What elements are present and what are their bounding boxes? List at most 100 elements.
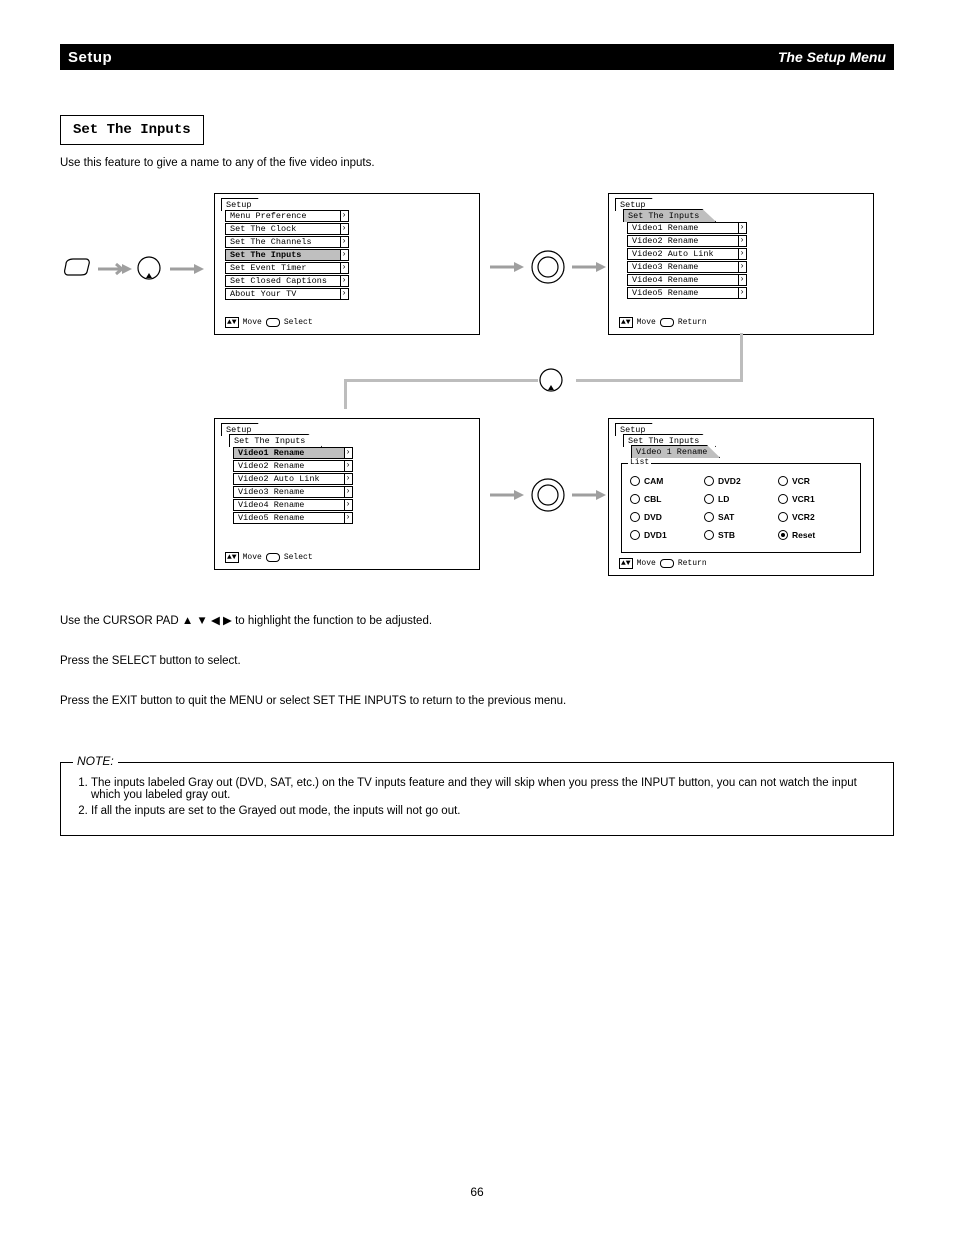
radio-option[interactable]: VCR2 — [778, 512, 852, 522]
chevron-right-icon: › — [344, 499, 353, 511]
select-button-icon — [530, 477, 566, 518]
chevron-right-icon: › — [340, 288, 349, 300]
chevron-right-icon: › — [738, 287, 747, 299]
chevron-right-icon: › — [340, 275, 349, 287]
radio-label: STB — [718, 530, 735, 540]
arrow-right-icon — [98, 262, 132, 281]
radio-label: VCR2 — [792, 512, 815, 522]
menu-item[interactable]: Video2 Rename — [233, 460, 345, 472]
instruction-line-2: Press the SELECT button to select. — [60, 653, 894, 669]
menu-item[interactable]: Video2 Rename — [627, 235, 739, 247]
radio-icon — [630, 512, 640, 522]
header-page-label: The Setup Menu — [778, 49, 886, 65]
hint-move: Move — [243, 553, 262, 562]
radio-option[interactable]: CAM — [630, 476, 704, 486]
header-title: Setup — [68, 49, 112, 66]
note-box: NOTE: The inputs labeled Gray out (DVD, … — [60, 762, 894, 836]
radio-label: CAM — [644, 476, 663, 486]
radio-option[interactable]: SAT — [704, 512, 778, 522]
radio-label: LD — [718, 494, 729, 504]
menu-item[interactable]: Video4 Rename — [627, 274, 739, 286]
radio-icon — [704, 512, 714, 522]
menu-item[interactable]: Set The Channels — [225, 236, 341, 248]
return-pill-icon — [660, 559, 674, 568]
osd-screen-rename-list: Setup Set The Inputs Video 1 Rename List… — [608, 418, 874, 576]
menu-item[interactable]: Video2 Auto Link — [627, 248, 739, 260]
hint-return: Return — [678, 318, 707, 327]
arrow-right-icon — [572, 488, 606, 507]
hint-select: Select — [284, 553, 313, 562]
flow-connector — [344, 379, 347, 409]
menu-item[interactable]: Set Event Timer — [225, 262, 341, 274]
chevron-right-icon: › — [344, 447, 353, 459]
text: Use the CURSOR PAD — [60, 615, 182, 627]
arrow-right-icon — [170, 262, 204, 281]
hint-move: Move — [637, 318, 656, 327]
flow-connector — [576, 379, 743, 382]
radio-icon — [778, 530, 788, 540]
chevron-right-icon: › — [738, 222, 747, 234]
chevron-right-icon: › — [340, 249, 349, 261]
chevron-right-icon: › — [738, 235, 747, 247]
menu-item[interactable]: Video4 Rename — [233, 499, 345, 511]
updown-icon: ▲▼ — [619, 558, 633, 569]
note-item: The inputs labeled Gray out (DVD, SAT, e… — [91, 777, 879, 801]
radio-icon — [778, 494, 788, 504]
menu-item[interactable]: About Your TV — [225, 288, 341, 300]
radio-label: VCR1 — [792, 494, 815, 504]
cursor-down-icon — [538, 367, 564, 398]
radio-label: DVD2 — [718, 476, 741, 486]
menu-item[interactable]: Menu Preference — [225, 210, 341, 222]
menu-item[interactable]: Set The Clock — [225, 223, 341, 235]
menu-item[interactable]: Video3 Rename — [627, 261, 739, 273]
flow-connector — [740, 333, 743, 379]
page-number: 66 — [0, 1185, 954, 1199]
text: to highlight the function to be adjusted… — [235, 615, 432, 627]
select-pill-icon — [266, 318, 280, 327]
osd-hint: ▲▼ Move Select — [225, 552, 313, 563]
menu-item-selected[interactable]: Video1 Rename — [233, 447, 345, 459]
intro-text: Use this feature to give a name to any o… — [60, 156, 894, 172]
osd-subtab: Set The Inputs — [623, 209, 716, 222]
radio-label: DVD1 — [644, 530, 667, 540]
radio-option[interactable]: DVD — [630, 512, 704, 522]
radio-option[interactable]: CBL — [630, 494, 704, 504]
menu-item[interactable]: Set Closed Captions — [225, 275, 341, 287]
radio-option[interactable]: VCR — [778, 476, 852, 486]
menu-item[interactable]: Video2 Auto Link — [233, 473, 345, 485]
radio-option[interactable]: STB — [704, 530, 778, 540]
radio-icon — [630, 494, 640, 504]
radio-icon — [778, 512, 788, 522]
menu-item-selected[interactable]: Set The Inputs — [225, 249, 341, 261]
return-pill-icon — [660, 318, 674, 327]
arrow-right-icon — [572, 260, 606, 279]
radio-option[interactable]: VCR1 — [778, 494, 852, 504]
hint-return: Return — [678, 559, 707, 568]
osd-subtab2: Video 1 Rename — [631, 445, 720, 458]
note-label: NOTE: — [73, 754, 118, 768]
updown-icon: ▲▼ — [225, 317, 239, 328]
radio-icon — [704, 530, 714, 540]
chevron-right-icon: › — [738, 261, 747, 273]
hint-select: Select — [284, 318, 313, 327]
hint-move: Move — [243, 318, 262, 327]
radio-option[interactable]: DVD2 — [704, 476, 778, 486]
osd-screen-setup: Setup Menu Preference› Set The Clock› Se… — [214, 193, 480, 335]
chevron-right-icon: › — [340, 223, 349, 235]
cursor-pad-arrows-icon: ▲ ▼ ◀ ▶ — [182, 615, 232, 627]
osd-hint: ▲▼ Move Select — [225, 317, 313, 328]
osd-hint: ▲▼ Move Return — [619, 317, 707, 328]
radio-option[interactable]: LD — [704, 494, 778, 504]
osd-hint: ▲▼ Move Return — [619, 558, 707, 569]
menu-item[interactable]: Video1 Rename — [627, 222, 739, 234]
menu-item[interactable]: Video5 Rename — [627, 287, 739, 299]
radio-option[interactable]: DVD1 — [630, 530, 704, 540]
menu-item[interactable]: Video3 Rename — [233, 486, 345, 498]
radio-label: VCR — [792, 476, 810, 486]
updown-icon: ▲▼ — [225, 552, 239, 563]
radio-option-selected[interactable]: Reset — [778, 530, 852, 540]
hint-move: Move — [637, 559, 656, 568]
radio-icon — [630, 530, 640, 540]
menu-button-icon — [64, 258, 90, 276]
menu-item[interactable]: Video5 Rename — [233, 512, 345, 524]
